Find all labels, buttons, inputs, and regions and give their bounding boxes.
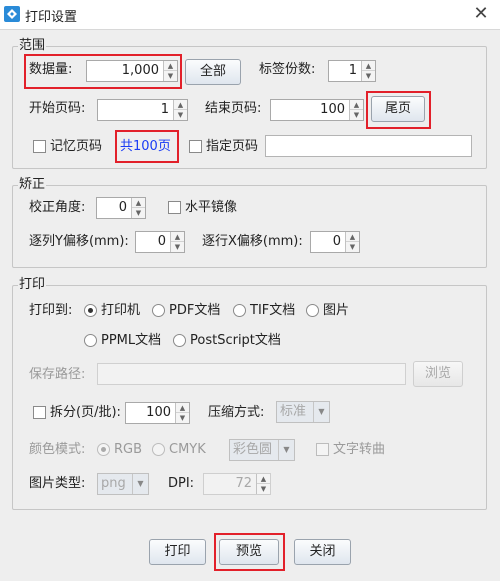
highlight-box (366, 91, 431, 129)
save-path-input[interactable] (97, 363, 406, 385)
correction-group-title: 矫正 (18, 177, 47, 193)
color-mode-label: 颜色模式: (29, 442, 86, 457)
chevron-down-icon: ▼ (132, 474, 148, 494)
chevron-down-icon: ▼ (313, 402, 329, 422)
color-rgb-label: RGB (114, 442, 143, 457)
image-type-select[interactable]: png ▼ (97, 473, 149, 495)
copies-label: 标签份数: (259, 62, 316, 77)
color-shape-select[interactable]: 彩色圆 ▼ (229, 439, 295, 461)
x-offset-value: 0 (332, 234, 341, 249)
radio-printer[interactable] (84, 304, 97, 317)
compression-label: 压缩方式: (208, 405, 265, 420)
mirror-label: 水平镜像 (185, 200, 238, 215)
spinner-down-icon[interactable]: ▼ (132, 208, 145, 218)
spinner-down-icon[interactable]: ▼ (176, 413, 189, 423)
split-spinner[interactable]: 100 ▲ ▼ (125, 402, 190, 424)
title-bar: 打印设置 ✕ (0, 0, 500, 30)
remember-page-checkbox[interactable] (33, 140, 46, 153)
chevron-down-icon: ▼ (278, 440, 294, 460)
radio-tif[interactable] (233, 304, 246, 317)
spinner-up-icon[interactable]: ▲ (346, 232, 359, 242)
end-page-spinner[interactable]: 100 ▲ ▼ (270, 99, 364, 121)
spinner-down-icon[interactable]: ▼ (362, 71, 375, 81)
angle-label: 校正角度: (29, 200, 86, 215)
copies-value: 1 (348, 63, 357, 78)
close-button[interactable]: 关闭 (294, 539, 351, 565)
radio-pdf[interactable] (152, 304, 165, 317)
dpi-spinner[interactable]: 72 ▲ ▼ (203, 473, 271, 495)
close-window-icon[interactable]: ✕ (466, 2, 496, 26)
color-cmyk-label: CMYK (169, 442, 206, 457)
dpi-value: 72 (235, 476, 252, 491)
y-offset-label: 逐列Y偏移(mm): (29, 234, 129, 249)
split-label: 拆分(页/批): (50, 405, 121, 420)
highlight-box (214, 533, 285, 571)
spinner-up-icon[interactable]: ▲ (174, 100, 187, 110)
spinner-up-icon[interactable]: ▲ (362, 61, 375, 71)
range-group-title: 范围 (18, 38, 47, 54)
highlight-box (115, 130, 179, 163)
specify-page-checkbox[interactable] (189, 140, 202, 153)
start-page-value: 1 (160, 102, 169, 117)
option-postscript-label: PostScript文档 (190, 333, 281, 348)
option-image-label: 图片 (323, 303, 350, 318)
text-curve-label: 文字转曲 (333, 442, 386, 457)
save-path-label: 保存路径: (29, 367, 86, 382)
app-icon (4, 6, 20, 22)
image-type-label: 图片类型: (29, 476, 86, 491)
dpi-label: DPI: (168, 476, 195, 491)
print-button[interactable]: 打印 (149, 539, 206, 565)
color-shape-value: 彩色圆 (233, 442, 273, 457)
angle-spinner[interactable]: 0 ▲ ▼ (96, 197, 146, 219)
spinner-down-icon[interactable]: ▼ (171, 242, 184, 252)
window-title: 打印设置 (25, 10, 78, 25)
option-printer-label: 打印机 (101, 303, 141, 318)
spinner-up-icon[interactable]: ▲ (132, 198, 145, 208)
compression-select[interactable]: 标准 ▼ (276, 401, 330, 423)
spinner-down-icon[interactable]: ▼ (346, 242, 359, 252)
spinner-down-icon[interactable]: ▼ (257, 484, 270, 494)
option-tif-label: TIF文档 (250, 303, 296, 318)
remember-page-label: 记忆页码 (50, 139, 103, 154)
spinner-up-icon[interactable]: ▲ (257, 474, 270, 484)
print-to-label: 打印到: (29, 303, 73, 318)
image-type-value: png (101, 476, 126, 491)
specify-page-input[interactable] (265, 135, 472, 157)
end-page-value: 100 (320, 102, 345, 117)
radio-ppml[interactable] (84, 334, 97, 347)
y-offset-spinner[interactable]: 0 ▲ ▼ (135, 231, 185, 253)
option-ppml-label: PPML文档 (101, 333, 162, 348)
highlight-box (24, 54, 182, 89)
start-page-label: 开始页码: (29, 101, 86, 116)
mirror-checkbox[interactable] (168, 201, 181, 214)
spinner-down-icon[interactable]: ▼ (350, 110, 363, 120)
radio-image[interactable] (306, 304, 319, 317)
spinner-down-icon[interactable]: ▼ (174, 110, 187, 120)
split-value: 100 (146, 405, 171, 420)
print-group-title: 打印 (18, 277, 47, 293)
radio-postscript[interactable] (173, 334, 186, 347)
all-button[interactable]: 全部 (185, 59, 241, 85)
x-offset-spinner[interactable]: 0 ▲ ▼ (310, 231, 360, 253)
compression-value: 标准 (280, 404, 307, 419)
y-offset-value: 0 (157, 234, 166, 249)
radio-rgb[interactable] (97, 443, 110, 456)
copies-spinner[interactable]: 1 ▲ ▼ (328, 60, 376, 82)
text-curve-checkbox[interactable] (316, 443, 329, 456)
angle-value: 0 (118, 200, 127, 215)
start-page-spinner[interactable]: 1 ▲ ▼ (97, 99, 188, 121)
radio-cmyk[interactable] (152, 443, 165, 456)
x-offset-label: 逐行X偏移(mm): (202, 234, 303, 249)
spinner-up-icon[interactable]: ▲ (171, 232, 184, 242)
specify-page-label: 指定页码 (206, 139, 259, 154)
split-checkbox[interactable] (33, 406, 46, 419)
spinner-up-icon[interactable]: ▲ (350, 100, 363, 110)
browse-button[interactable]: 浏览 (413, 361, 463, 387)
option-pdf-label: PDF文档 (169, 303, 221, 318)
end-page-label: 结束页码: (205, 101, 262, 116)
spinner-up-icon[interactable]: ▲ (176, 403, 189, 413)
